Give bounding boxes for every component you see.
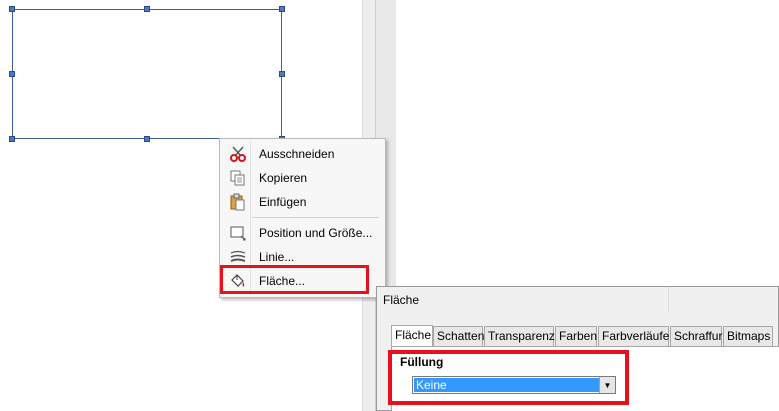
menu-item-label: Einfügen — [259, 195, 307, 209]
tab-shadow[interactable]: Schatten — [433, 326, 484, 346]
menu-item-label: Ausschneiden — [259, 147, 335, 161]
selected-rectangle-shape[interactable] — [12, 9, 282, 139]
menu-item-position-size[interactable]: Position und Größe... — [222, 222, 383, 244]
titlebar-divider — [668, 287, 669, 313]
tab-transparency[interactable]: Transparenz — [484, 326, 555, 346]
tab-gradients[interactable]: Farbverläufe — [598, 326, 669, 346]
resize-handle-top[interactable] — [144, 6, 150, 12]
tab-hatching[interactable]: Schraffur — [670, 326, 722, 346]
tab-colors[interactable]: Farben — [555, 326, 597, 346]
menu-item-copy[interactable]: Kopieren — [222, 167, 383, 189]
menu-item-cut[interactable]: Ausschneiden — [222, 143, 383, 165]
menu-item-label: Kopieren — [259, 171, 308, 185]
menu-item-paste[interactable]: Einfügen — [222, 191, 383, 213]
dialog-titlebar[interactable]: Fläche — [377, 287, 778, 313]
resize-handle-left[interactable] — [9, 71, 15, 77]
paste-icon — [229, 193, 247, 211]
resize-handle-right[interactable] — [279, 71, 285, 77]
menu-item-label: Linie... — [259, 250, 295, 264]
copy-icon — [229, 169, 247, 187]
resize-handle-bottom[interactable] — [144, 136, 150, 142]
resize-handle-top-left[interactable] — [9, 6, 15, 12]
menu-separator — [252, 217, 379, 218]
position-size-icon — [229, 224, 247, 242]
tab-area[interactable]: Fläche — [391, 325, 433, 346]
menu-item-label: Position und Größe... — [259, 226, 373, 240]
tab-bitmaps[interactable]: Bitmaps — [723, 326, 773, 346]
highlight-box-menu-area — [220, 265, 369, 294]
line-icon — [229, 248, 247, 266]
resize-handle-bottom-left[interactable] — [9, 136, 15, 142]
highlight-box-fill-section — [388, 350, 629, 405]
resize-handle-top-right[interactable] — [279, 6, 285, 12]
scissors-icon — [229, 145, 247, 163]
dialog-title: Fläche — [383, 293, 420, 307]
